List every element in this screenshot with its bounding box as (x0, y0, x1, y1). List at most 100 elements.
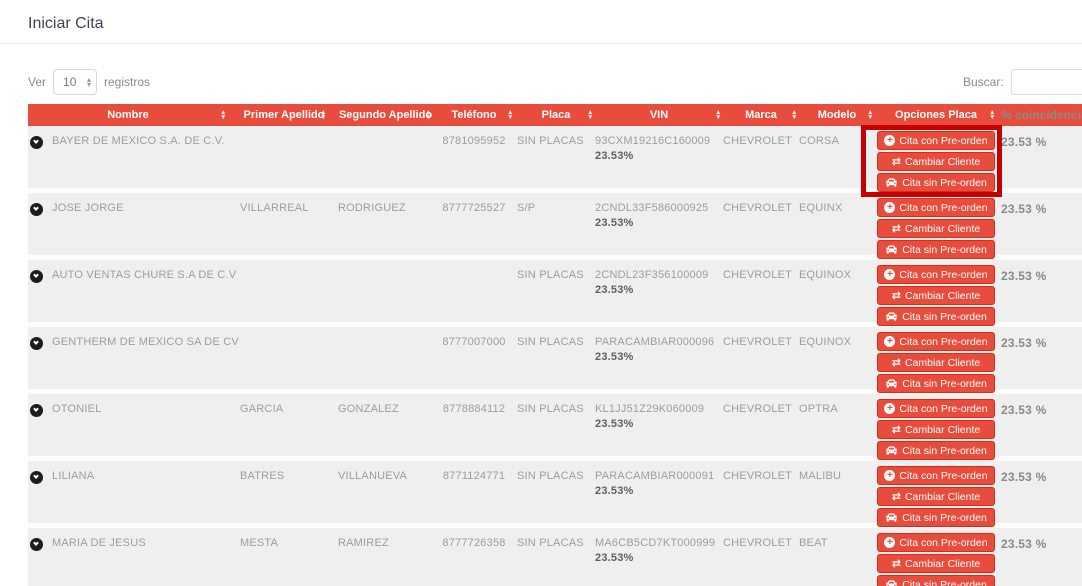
column-header-vin[interactable]: VIN (595, 104, 723, 126)
cell-coincidencia: 23.53 % (1001, 470, 1047, 484)
table-controls: Ver 10 registros Buscar: (28, 69, 1082, 95)
cell-marca: CHEVROLET (723, 470, 793, 482)
sort-icon[interactable] (426, 110, 430, 120)
sort-icon[interactable] (868, 110, 872, 120)
cita-con-preorden-button[interactable]: Cita con Pre-orden (877, 332, 995, 351)
search-label: Buscar: (963, 75, 1004, 89)
cita-sin-preorden-button[interactable]: Cita sin Pre-orden (877, 240, 995, 259)
chevron-circle-down-icon[interactable] (30, 270, 43, 283)
cell-marca: CHEVROLET (723, 336, 793, 348)
sort-icon[interactable] (588, 110, 592, 120)
cambiar-cliente-button[interactable]: Cambiar Cliente (877, 420, 995, 439)
button-label: Cita sin Pre-orden (902, 578, 987, 586)
cambiar-cliente-button[interactable]: Cambiar Cliente (877, 353, 995, 372)
column-header-coincidencia[interactable]: % coincidencia (997, 104, 1082, 126)
cell-marca: CHEVROLET (723, 202, 793, 214)
button-label: Cita con Pre-orden (899, 536, 988, 549)
plus-circle-icon (884, 135, 896, 146)
cell-segundo-apellido (328, 260, 433, 322)
cell-telefono: 8771124771 (442, 470, 506, 482)
cell-vin-match: 23.53% (595, 351, 634, 363)
cambiar-cliente-button[interactable]: Cambiar Cliente (877, 487, 995, 506)
cell-telefono: 8777007000 (442, 336, 506, 348)
table-row: GENTHERM DE MEXICO SA DE CV 8777007000 S… (28, 327, 1082, 394)
cambiar-cliente-button[interactable]: Cambiar Cliente (877, 286, 995, 305)
column-header-opciones-placa[interactable]: Opciones Placa (875, 104, 997, 126)
cita-con-preorden-button[interactable]: Cita con Pre-orden (877, 533, 995, 552)
sort-icon[interactable] (716, 110, 720, 120)
sort-icon[interactable] (321, 110, 325, 120)
sort-icon[interactable] (221, 110, 225, 120)
cita-sin-preorden-button[interactable]: Cita sin Pre-orden (877, 173, 995, 192)
cita-sin-preorden-button[interactable]: Cita sin Pre-orden (877, 508, 995, 527)
plus-circle-icon (884, 202, 896, 213)
chevron-circle-down-icon[interactable] (30, 538, 43, 551)
cita-con-preorden-button[interactable]: Cita con Pre-orden (877, 131, 995, 150)
cell-segundo-apellido: RODRIGUEZ (338, 202, 406, 214)
cell-vin-match: 23.53% (595, 217, 634, 229)
car-icon (885, 378, 898, 389)
cell-nombre: MARIA DE JESUS (52, 537, 146, 549)
cell-placa: SIN PLACAS (517, 336, 584, 348)
chevron-circle-down-icon[interactable] (30, 136, 43, 149)
button-label: Cambiar Cliente (904, 289, 981, 302)
cell-modelo: EQUINX (799, 202, 843, 214)
sort-icon[interactable] (508, 110, 512, 120)
plus-circle-icon (884, 537, 896, 548)
cell-marca: CHEVROLET (723, 537, 793, 549)
column-header-primer-apellido[interactable]: Primer Apellido (228, 104, 328, 126)
chevron-circle-down-icon[interactable] (30, 471, 43, 484)
cell-coincidencia: 23.53 % (1001, 336, 1047, 350)
plus-circle-icon (884, 336, 896, 347)
table-header-row: Nombre Primer Apellido Segundo Apellido … (28, 104, 1082, 126)
cita-con-preorden-button[interactable]: Cita con Pre-orden (877, 265, 995, 284)
sort-icon[interactable] (792, 110, 796, 120)
cambiar-cliente-button[interactable]: Cambiar Cliente (877, 152, 995, 171)
search-input[interactable] (1010, 69, 1082, 95)
cell-nombre: JOSE JORGE (52, 202, 124, 214)
retweet-icon (892, 155, 901, 168)
chevron-circle-down-icon[interactable] (30, 337, 43, 350)
cell-nombre: OTONIEL (52, 403, 102, 415)
cita-sin-preorden-button[interactable]: Cita sin Pre-orden (877, 575, 995, 586)
cell-primer-apellido: GARCIA (240, 403, 284, 415)
column-header-segundo-apellido[interactable]: Segundo Apellido (328, 104, 433, 126)
cita-sin-preorden-button[interactable]: Cita sin Pre-orden (877, 307, 995, 326)
cell-vin: MA6CB5CD7KT000999 (595, 537, 716, 549)
column-header-marca[interactable]: Marca (723, 104, 799, 126)
cita-con-preorden-button[interactable]: Cita con Pre-orden (877, 466, 995, 485)
column-header-placa[interactable]: Placa (515, 104, 595, 126)
button-label: Cambiar Cliente (904, 222, 981, 235)
retweet-icon (892, 423, 901, 436)
cell-vin-match: 23.53% (595, 485, 634, 497)
cell-coincidencia: 23.53 % (1001, 269, 1047, 283)
cambiar-cliente-button[interactable]: Cambiar Cliente (877, 554, 995, 573)
cell-segundo-apellido: RAMIREZ (338, 537, 389, 549)
cell-vin-match: 23.53% (595, 418, 634, 430)
cell-nombre: GENTHERM DE MEXICO SA DE CV (52, 336, 239, 348)
chevron-circle-down-icon[interactable] (30, 404, 43, 417)
button-label: Cita sin Pre-orden (902, 377, 987, 390)
chevron-circle-down-icon[interactable] (30, 203, 43, 216)
cita-con-preorden-button[interactable]: Cita con Pre-orden (877, 198, 995, 217)
button-label: Cita con Pre-orden (899, 201, 988, 214)
column-header-modelo[interactable]: Modelo (799, 104, 875, 126)
car-icon (885, 177, 898, 188)
retweet-icon (892, 557, 901, 570)
cita-con-preorden-button[interactable]: Cita con Pre-orden (877, 399, 995, 418)
cell-placa: SIN PLACAS (517, 269, 584, 281)
cell-segundo-apellido: GONZALEZ (338, 403, 399, 415)
cita-sin-preorden-button[interactable]: Cita sin Pre-orden (877, 441, 995, 460)
column-header-telefono[interactable]: Teléfono (433, 104, 515, 126)
cambiar-cliente-button[interactable]: Cambiar Cliente (877, 219, 995, 238)
cell-vin: 2CNDL23F356100009 (595, 269, 709, 281)
sort-icon[interactable] (990, 110, 994, 120)
cell-vin: PARACAMBIAR000096 (595, 336, 715, 348)
cell-primer-apellido: VILLARREAL (240, 202, 309, 214)
cell-coincidencia: 23.53 % (1001, 403, 1047, 417)
column-header-nombre[interactable]: Nombre (28, 104, 228, 126)
records-per-page-select[interactable]: 10 (53, 69, 98, 95)
cell-segundo-apellido (328, 126, 433, 188)
retweet-icon (892, 289, 901, 302)
cita-sin-preorden-button[interactable]: Cita sin Pre-orden (877, 374, 995, 393)
